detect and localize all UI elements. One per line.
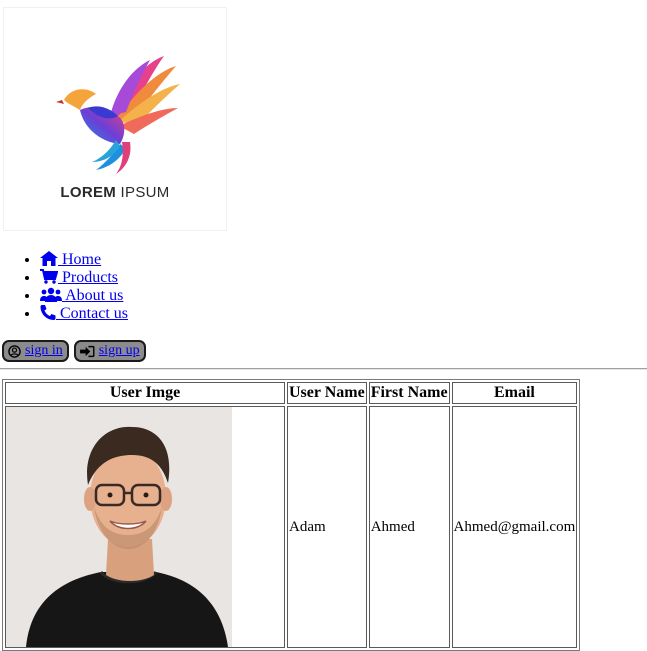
nav-link-home[interactable]: Home	[40, 251, 101, 268]
col-header-user-name: User Name	[287, 382, 367, 404]
sign-in-link[interactable]: sign in	[25, 343, 63, 359]
sign-up-button[interactable]: sign up	[73, 340, 146, 362]
users-table: User Imge User Name First Name Email Ada…	[2, 379, 581, 651]
col-header-first-name: First Name	[368, 382, 450, 404]
phone-icon	[40, 305, 56, 320]
nav-item-home[interactable]: Home	[40, 251, 128, 269]
nav-item-products[interactable]: Products	[40, 269, 128, 287]
logo-wordmark: LOREM IPSUM	[60, 184, 170, 201]
nav-item-about[interactable]: About us	[40, 287, 128, 305]
auth-buttons: sign in sign up	[2, 340, 146, 362]
table-header-row: User Imge User Name First Name Email	[5, 382, 578, 404]
home-icon	[40, 251, 58, 266]
main-nav: Home Products About us Contact us	[0, 251, 128, 323]
col-header-user-image: User Imge	[5, 382, 285, 404]
user-avatar-photo	[6, 407, 232, 647]
email-cell: Ahmed@gmail.com	[451, 406, 578, 648]
nav-item-contact[interactable]: Contact us	[40, 305, 128, 323]
cart-icon	[40, 269, 59, 284]
sign-in-button[interactable]: sign in	[2, 340, 69, 362]
nav-link-contact[interactable]: Contact us	[40, 305, 128, 322]
logo: LOREM IPSUM	[3, 7, 227, 231]
sign-in-arrow-icon	[79, 345, 95, 357]
first-name-cell: Ahmed	[368, 406, 450, 648]
users-icon	[40, 287, 62, 302]
table-row: Adam Ahmed Ahmed@gmail.com	[5, 406, 578, 648]
col-header-email: Email	[451, 382, 578, 404]
user-circle-icon	[8, 344, 21, 358]
user-image-cell	[5, 406, 285, 648]
sign-up-link[interactable]: sign up	[99, 343, 140, 359]
user-name-cell: Adam	[287, 406, 367, 648]
divider	[0, 368, 647, 370]
nav-link-products[interactable]: Products	[40, 269, 118, 286]
nav-link-about[interactable]: About us	[40, 287, 123, 304]
